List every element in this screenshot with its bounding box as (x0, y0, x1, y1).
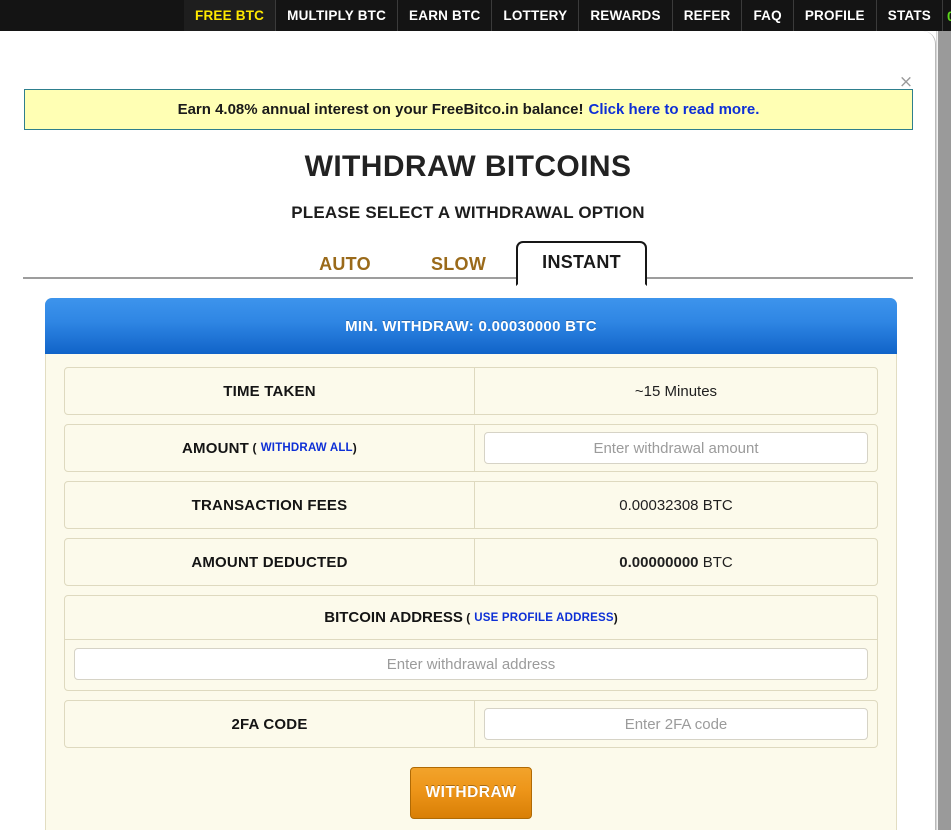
tab-label: INSTANT (542, 252, 621, 272)
min-withdraw-header: MIN. WITHDRAW: 0.00030000 BTC (45, 298, 897, 354)
tab-label: SLOW (430, 254, 487, 274)
row-label: AMOUNT ( WITHDRAW ALL) (65, 425, 475, 471)
nav-item-label: STATS (887, 8, 931, 23)
content-sheet: × Earn 4.08% annual interest on your Fre… (0, 31, 936, 830)
table-row-time-taken: TIME TAKEN ~15 Minutes (64, 367, 878, 415)
nav-item-lottery[interactable]: LOTTERY (492, 0, 580, 31)
nav-item-refer[interactable]: REFER (672, 0, 743, 31)
nav-item-label: EARN BTC (409, 8, 481, 23)
row-value (475, 701, 877, 747)
nav-left-spacer (0, 0, 184, 31)
withdraw-panel: MIN. WITHDRAW: 0.00030000 BTC TIME TAKEN… (45, 298, 897, 830)
use-profile-address-link[interactable]: USE PROFILE ADDRESS (474, 612, 613, 624)
bitcoin-address-label: BITCOIN ADDRESS (USE PROFILE ADDRESS) (65, 596, 877, 640)
withdrawal-option-tabs: AUTO SLOW INSTANT (0, 241, 935, 286)
page-root: FREE BTC MULTIPLY BTC EARN BTC LOTTERY R… (0, 0, 951, 830)
withdraw-button[interactable]: WITHDRAW (410, 767, 532, 819)
table-row-amount-deducted: AMOUNT DEDUCTED 0.00000000 BTC (64, 538, 878, 586)
withdraw-form: TIME TAKEN ~15 Minutes AMOUNT ( WITHDRAW … (46, 354, 896, 819)
paren-close: ) (613, 610, 618, 625)
bitcoin-address-input[interactable] (74, 648, 868, 680)
banner-text: Earn 4.08% annual interest on your FreeB… (177, 101, 584, 118)
bitcoin-address-label-text: BITCOIN ADDRESS (324, 609, 463, 626)
tab-instant[interactable]: INSTANT (516, 241, 647, 286)
withdraw-all-link[interactable]: WITHDRAW ALL (261, 442, 353, 454)
tab-auto[interactable]: AUTO (289, 245, 401, 286)
banner-read-more-link[interactable]: Click here to read more. (589, 101, 760, 118)
page-subtitle: PLEASE SELECT A WITHDRAWAL OPTION (291, 203, 645, 222)
page-title: WITHDRAW BITCOINS (304, 150, 632, 183)
row-label: TIME TAKEN (65, 368, 475, 414)
scrollbar-thumb[interactable] (938, 31, 951, 830)
nav-item-profile[interactable]: PROFILE (793, 0, 877, 31)
page-scrollbar[interactable] (936, 31, 951, 830)
nav-item-multiply-btc[interactable]: MULTIPLY BTC (276, 0, 399, 31)
row-label: TRANSACTION FEES (65, 482, 475, 528)
nav-item-label: FREE BTC (195, 8, 265, 23)
nav-item-faq[interactable]: FAQ (742, 0, 794, 31)
table-row-bitcoin-address: BITCOIN ADDRESS (USE PROFILE ADDRESS) (64, 595, 878, 691)
tab-slow[interactable]: SLOW (401, 245, 516, 286)
paren-open: ( (249, 441, 257, 455)
nav-item-free-btc[interactable]: FREE BTC (184, 0, 277, 31)
paren-close: ) (352, 441, 357, 455)
row-value: 0.00000000 BTC (475, 539, 877, 585)
nav-item-earn-btc[interactable]: EARN BTC (398, 0, 493, 31)
paren-open: ( (462, 610, 471, 625)
table-row-2fa-code: 2FA CODE (64, 700, 878, 748)
nav-item-label: REWARDS (590, 8, 661, 23)
submit-row: WITHDRAW (64, 767, 878, 819)
nav-item-label: PROFILE (804, 8, 865, 23)
amount-deducted-unit-text: BTC (702, 553, 733, 571)
bitcoin-address-input-wrap (65, 640, 877, 690)
amount-label-text: AMOUNT (181, 439, 250, 457)
row-value: ~15 Minutes (634, 382, 718, 400)
close-icon[interactable]: × (898, 74, 914, 91)
nav-item-label: LOTTERY (503, 8, 568, 23)
amount-deducted-value: 0.00000000 (619, 553, 699, 571)
amount-input[interactable] (484, 432, 868, 464)
row-label: AMOUNT DEDUCTED (65, 539, 475, 585)
top-navigation-bar: FREE BTC MULTIPLY BTC EARN BTC LOTTERY R… (0, 0, 951, 31)
twofa-code-input[interactable] (484, 708, 868, 740)
table-row-amount: AMOUNT ( WITHDRAW ALL) (64, 424, 878, 472)
tab-label: AUTO (319, 254, 371, 274)
nav-item-label: MULTIPLY BTC (287, 8, 387, 23)
nav-item-stats[interactable]: STATS (876, 0, 943, 31)
nav-item-label: REFER (683, 8, 731, 23)
table-row-transaction-fees: TRANSACTION FEES 0.00032308 BTC (64, 481, 878, 529)
row-value: 0.00032308 BTC (619, 496, 733, 514)
row-label: 2FA CODE (65, 701, 475, 747)
nav-balance-value: 0 (947, 7, 951, 24)
nav-balance-display[interactable]: 0 (943, 0, 951, 31)
nav-item-rewards[interactable]: REWARDS (579, 0, 673, 31)
row-value (475, 425, 877, 471)
nav-item-label: FAQ (753, 8, 782, 23)
interest-banner: Earn 4.08% annual interest on your FreeB… (24, 89, 913, 130)
